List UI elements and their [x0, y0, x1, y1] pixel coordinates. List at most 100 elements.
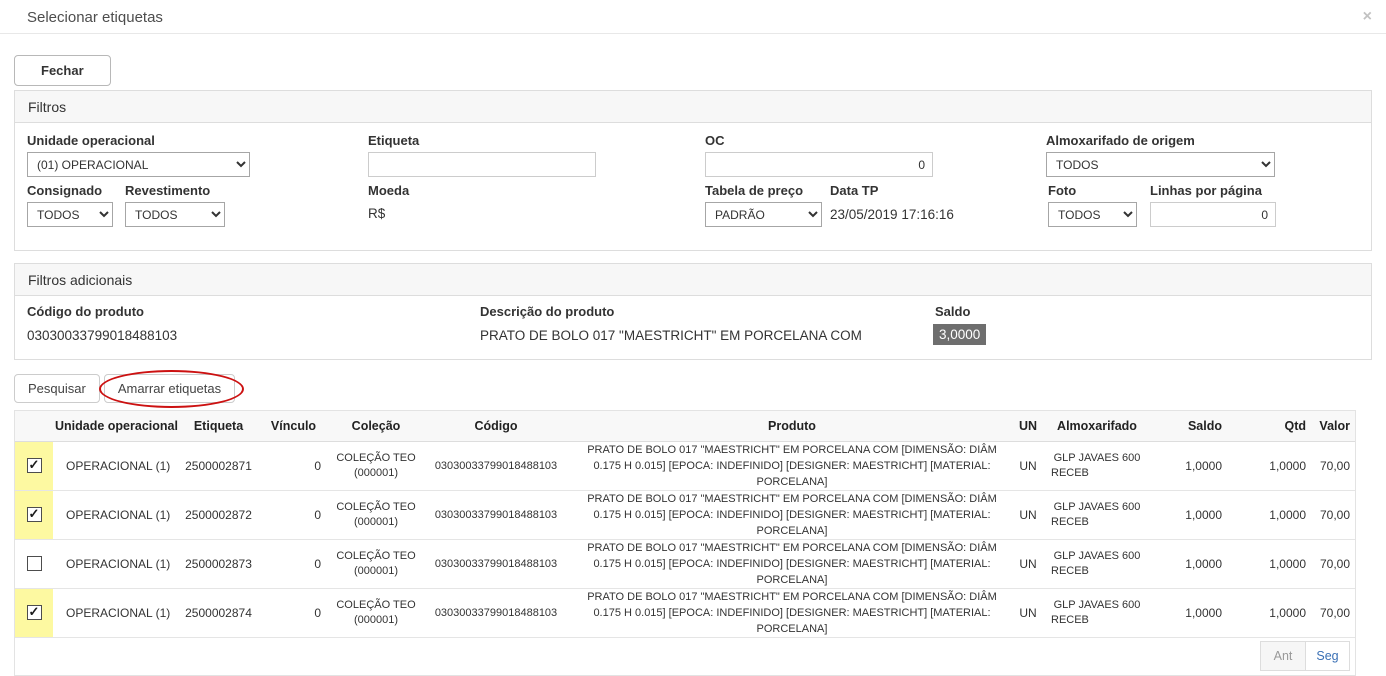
pagination-next-button[interactable]: Seg — [1305, 641, 1350, 671]
header-unidade-operacional: Unidade operacional — [53, 411, 181, 441]
fechar-button[interactable]: Fechar — [14, 55, 111, 86]
cell-qtd: 1,0000 — [1227, 539, 1311, 588]
table-body: OPERACIONAL (1) 2500002871 0 COLEÇÃO TEO… — [15, 441, 1355, 637]
cell-qtd: 1,0000 — [1227, 588, 1311, 637]
table-row: OPERACIONAL (1) 2500002871 0 COLEÇÃO TEO… — [15, 441, 1355, 490]
unidade-operacional-label: Unidade operacional — [27, 133, 155, 148]
cell-saldo: 1,0000 — [1151, 539, 1227, 588]
row-checkbox-cell — [15, 441, 53, 490]
header-qtd: Qtd — [1227, 411, 1311, 441]
oc-input[interactable] — [705, 152, 933, 177]
table-row: OPERACIONAL (1) 2500002872 0 COLEÇÃO TEO… — [15, 490, 1355, 539]
cell-almoxarifado: GLP JAVAES 600 RECEB — [1043, 588, 1151, 637]
amarrar-etiquetas-button[interactable]: Amarrar etiquetas — [104, 374, 235, 403]
etiqueta-label: Etiqueta — [368, 133, 419, 148]
cell-vinculo: 0 — [256, 490, 331, 539]
cell-colecao: COLEÇÃO TEO (000001) — [331, 588, 421, 637]
row-checkbox-cell — [15, 490, 53, 539]
cell-codigo: 03030033799018488103 — [421, 539, 571, 588]
cell-colecao: COLEÇÃO TEO (000001) — [331, 490, 421, 539]
almoxarifado-origem-label: Almoxarifado de origem — [1046, 133, 1195, 148]
dialog-titlebar: Selecionar etiquetas × — [0, 0, 1386, 34]
cell-almoxarifado: GLP JAVAES 600 RECEB — [1043, 490, 1151, 539]
header-codigo: Código — [421, 411, 571, 441]
cell-un: UN — [1013, 539, 1043, 588]
cell-qtd: 1,0000 — [1227, 441, 1311, 490]
close-icon[interactable]: × — [1363, 8, 1372, 26]
row-checkbox[interactable] — [27, 507, 42, 522]
revestimento-label: Revestimento — [125, 183, 210, 198]
pagination: Ant Seg — [1260, 641, 1350, 671]
pagination-prev-button[interactable]: Ant — [1260, 641, 1305, 671]
cell-valor: 70,00 — [1311, 441, 1355, 490]
cell-colecao: COLEÇÃO TEO (000001) — [331, 539, 421, 588]
cell-codigo: 03030033799018488103 — [421, 490, 571, 539]
cell-etiqueta: 2500002871 — [181, 441, 256, 490]
moeda-value: R$ — [368, 206, 385, 221]
row-checkbox[interactable] — [27, 556, 42, 571]
oc-label: OC — [705, 133, 725, 148]
linhas-por-pagina-label: Linhas por página — [1150, 183, 1262, 198]
consignado-label: Consignado — [27, 183, 102, 198]
cell-codigo: 03030033799018488103 — [421, 441, 571, 490]
foto-label: Foto — [1048, 183, 1076, 198]
data-tp-value: 23/05/2019 17:16:16 — [830, 207, 954, 222]
cell-produto: PRATO DE BOLO 017 "MAESTRICHT" EM PORCEL… — [571, 588, 1013, 637]
cell-etiqueta: 2500002872 — [181, 490, 256, 539]
almoxarifado-origem-select[interactable]: TODOS — [1046, 152, 1275, 177]
additional-filters-title: Filtros adicionais — [15, 264, 1371, 296]
cell-saldo: 1,0000 — [1151, 490, 1227, 539]
saldo-value-highlighted: 3,0000 — [933, 324, 986, 345]
revestimento-select[interactable]: TODOS — [125, 202, 225, 227]
cell-un: UN — [1013, 490, 1043, 539]
unidade-operacional-select[interactable]: (01) OPERACIONAL — [27, 152, 250, 177]
header-valor: Valor — [1311, 411, 1355, 441]
table-row: OPERACIONAL (1) 2500002873 0 COLEÇÃO TEO… — [15, 539, 1355, 588]
data-tp-label: Data TP — [830, 183, 878, 198]
cell-almoxarifado: GLP JAVAES 600 RECEB — [1043, 539, 1151, 588]
cell-valor: 70,00 — [1311, 588, 1355, 637]
cell-unidade-operacional: OPERACIONAL (1) — [53, 539, 181, 588]
cell-saldo: 1,0000 — [1151, 588, 1227, 637]
cell-unidade-operacional: OPERACIONAL (1) — [53, 490, 181, 539]
cell-unidade-operacional: OPERACIONAL (1) — [53, 588, 181, 637]
cell-vinculo: 0 — [256, 588, 331, 637]
row-checkbox-cell — [15, 588, 53, 637]
actions-row: Pesquisar Amarrar etiquetas — [14, 374, 235, 403]
cell-saldo: 1,0000 — [1151, 441, 1227, 490]
labels-table: Unidade operacional Etiqueta Vínculo Col… — [14, 410, 1356, 676]
codigo-produto-value: 03030033799018488103 — [27, 328, 177, 343]
filters-panel: Filtros Unidade operacional (01) OPERACI… — [14, 90, 1372, 251]
table-row: OPERACIONAL (1) 2500002874 0 COLEÇÃO TEO… — [15, 588, 1355, 637]
consignado-select[interactable]: TODOS — [27, 202, 113, 227]
cell-unidade-operacional: OPERACIONAL (1) — [53, 441, 181, 490]
cell-etiqueta: 2500002874 — [181, 588, 256, 637]
row-checkbox-cell — [15, 539, 53, 588]
codigo-produto-label: Código do produto — [27, 304, 144, 319]
cell-almoxarifado: GLP JAVAES 600 RECEB — [1043, 441, 1151, 490]
linhas-por-pagina-input[interactable] — [1150, 202, 1276, 227]
table-footer: Ant Seg — [15, 638, 1355, 675]
pesquisar-button[interactable]: Pesquisar — [14, 374, 100, 403]
header-etiqueta: Etiqueta — [181, 411, 256, 441]
cell-vinculo: 0 — [256, 441, 331, 490]
cell-un: UN — [1013, 441, 1043, 490]
cell-etiqueta: 2500002873 — [181, 539, 256, 588]
header-almoxarifado: Almoxarifado — [1043, 411, 1151, 441]
foto-select[interactable]: TODOS — [1048, 202, 1137, 227]
tabela-preco-select[interactable]: PADRÃO — [705, 202, 822, 227]
additional-filters-panel: Filtros adicionais Código do produto 030… — [14, 263, 1372, 360]
page-title: Selecionar etiquetas — [27, 9, 163, 26]
cell-produto: PRATO DE BOLO 017 "MAESTRICHT" EM PORCEL… — [571, 539, 1013, 588]
filters-panel-title: Filtros — [15, 91, 1371, 123]
row-checkbox[interactable] — [27, 458, 42, 473]
header-checkbox — [15, 411, 53, 441]
row-checkbox[interactable] — [27, 605, 42, 620]
cell-produto: PRATO DE BOLO 017 "MAESTRICHT" EM PORCEL… — [571, 441, 1013, 490]
etiqueta-input[interactable] — [368, 152, 596, 177]
cell-vinculo: 0 — [256, 539, 331, 588]
header-saldo: Saldo — [1151, 411, 1227, 441]
cell-valor: 70,00 — [1311, 490, 1355, 539]
cell-colecao: COLEÇÃO TEO (000001) — [331, 441, 421, 490]
descricao-produto-value: PRATO DE BOLO 017 "MAESTRICHT" EM PORCEL… — [480, 328, 862, 343]
